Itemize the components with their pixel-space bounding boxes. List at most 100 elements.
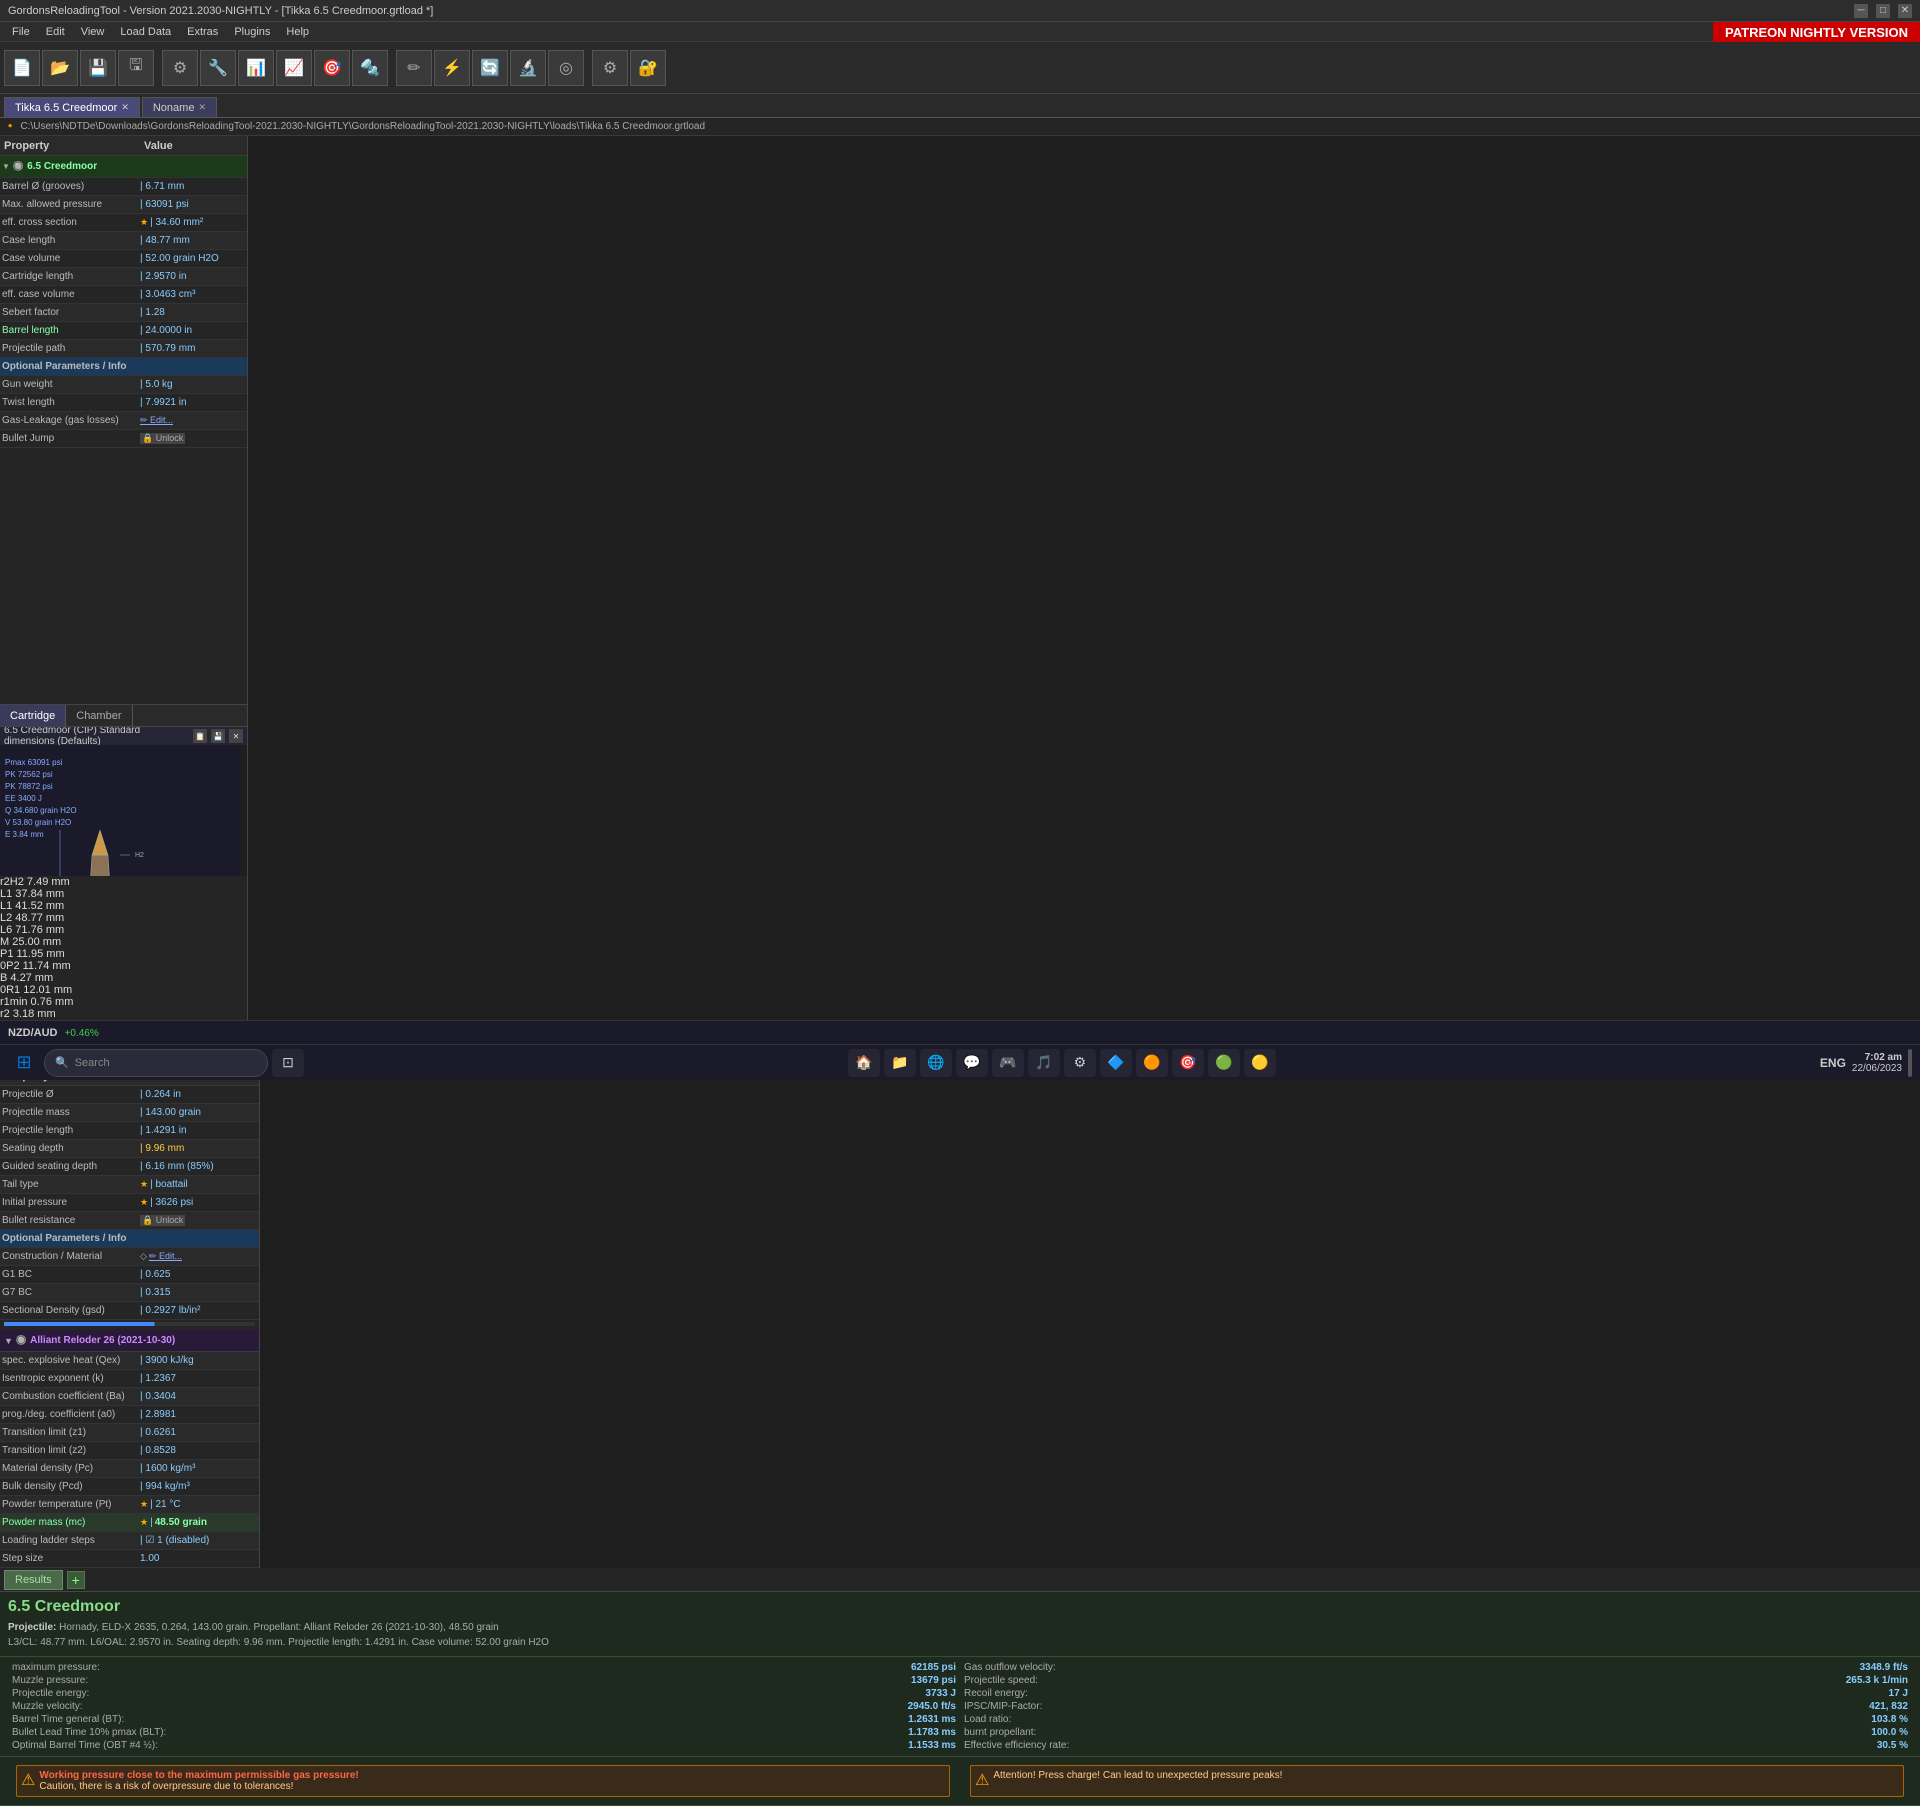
- svg-text:H2: H2: [135, 852, 144, 859]
- menu-bar: File Edit View Load Data Extras Plugins …: [0, 22, 1920, 42]
- warning-text-2: Attention! Press charge! Can lead to une…: [993, 1770, 1282, 1781]
- toolbar-btn-11[interactable]: ✏: [396, 50, 432, 86]
- stat-burnt-propellant: burnt propellant: 100.0 %: [960, 1726, 1912, 1739]
- middle-scroll[interactable]: Projectile Ø | 0.264 in Projectile mass …: [0, 1086, 259, 1568]
- file-path-bar: 🔸 C:\Users\NDTDe\Downloads\GordonsReload…: [0, 118, 1920, 136]
- time-display: 7:02 am: [1865, 1052, 1902, 1063]
- toolbar-new[interactable]: 📄: [4, 50, 40, 86]
- pow-qex: spec. explosive heat (Qex) | 3900 kJ/kg: [0, 1352, 259, 1370]
- diagram-icon-1[interactable]: 📋: [193, 729, 207, 743]
- tab-cartridge[interactable]: Cartridge: [0, 705, 66, 726]
- taskbar-app-9[interactable]: 🟠: [1136, 1049, 1168, 1077]
- toolbar-btn-13[interactable]: 🔄: [472, 50, 508, 86]
- toolbar-btn-6[interactable]: 🔧: [200, 50, 236, 86]
- toolbar-btn-15[interactable]: ◎: [548, 50, 584, 86]
- prop-gun-weight: Gun weight | 5.0 kg: [0, 376, 247, 394]
- toolbar-save[interactable]: 💾: [80, 50, 116, 86]
- currency-change: +0.46%: [65, 1028, 99, 1039]
- mid-g7bc: G7 BC | 0.315: [0, 1284, 259, 1302]
- toolbar-btn-7[interactable]: 📊: [238, 50, 274, 86]
- tab-noname[interactable]: Noname ✕: [142, 97, 217, 117]
- close-button[interactable]: ✕: [1898, 4, 1912, 18]
- prop-twist-length: Twist length | 7.9921 in: [0, 394, 247, 412]
- diagram-title: 6.5 Creedmoor (CIP) Standard dimensions …: [4, 727, 193, 747]
- property-header: Property Value: [0, 136, 247, 156]
- results-projectile: Projectile: Hornady, ELD-X 2635, 0.264, …: [8, 1620, 1912, 1635]
- toolbar-btn-16[interactable]: ⚙: [592, 50, 628, 86]
- mid-bullet-resistance: Bullet resistance 🔒 Unlock: [0, 1212, 259, 1230]
- results-tab-main[interactable]: Results: [4, 1570, 63, 1590]
- toolbar-open[interactable]: 📂: [42, 50, 78, 86]
- stat-obt: Optimal Barrel Time (OBT #4 ½): 1.1533 m…: [8, 1739, 960, 1752]
- menu-file[interactable]: File: [4, 22, 38, 41]
- toolbar-btn-17[interactable]: 🔐: [630, 50, 666, 86]
- menu-load-data[interactable]: Load Data: [112, 22, 179, 41]
- currency-pair: NZD/AUD: [8, 1027, 58, 1039]
- pow-step-size: Step size 1.00: [0, 1550, 259, 1568]
- stat-gas-outflow: Gas outflow velocity: 3348.9 ft/s: [960, 1661, 1912, 1674]
- tab-tikka[interactable]: Tikka 6.5 Creedmoor ✕: [4, 97, 140, 117]
- toolbar-save-as[interactable]: 🖫: [118, 50, 154, 86]
- stats-container: maximum pressure: 62185 psi Muzzle press…: [0, 1657, 1920, 1757]
- tab-noname-close[interactable]: ✕: [198, 102, 206, 113]
- warning-text-1: Working pressure close to the maximum pe…: [39, 1770, 358, 1792]
- taskbar-right: ENG 7:02 am 22/06/2023: [1820, 1049, 1912, 1077]
- prop-cartridge-length: Cartridge length | 2.9570 in: [0, 268, 247, 286]
- stats-right: Gas outflow velocity: 3348.9 ft/s Projec…: [960, 1661, 1912, 1752]
- menu-extras[interactable]: Extras: [179, 22, 226, 41]
- main-layout: Property Value ▼ 🔘 6.5 Creedmoor Barrel …: [0, 136, 1920, 1044]
- status-bar: NZD/AUD +0.46%: [0, 1020, 1920, 1044]
- minimize-button[interactable]: ─: [1854, 4, 1868, 18]
- taskbar-app-12[interactable]: 🟡: [1244, 1049, 1276, 1077]
- taskbar-app-10[interactable]: 🎯: [1172, 1049, 1204, 1077]
- menu-help[interactable]: Help: [278, 22, 317, 41]
- toolbar-btn-5[interactable]: ⚙: [162, 50, 198, 86]
- taskbar-left: ⊞ 🔍 Search ⊡: [8, 1049, 304, 1077]
- taskbar-app-3[interactable]: 🌐: [920, 1049, 952, 1077]
- mid-tail-type: Tail type ★ | boattail: [0, 1176, 259, 1194]
- results-tab-add[interactable]: +: [67, 1571, 85, 1589]
- menu-edit[interactable]: Edit: [38, 22, 73, 41]
- selected-load-row[interactable]: ▼ 🔘 6.5 Creedmoor: [0, 156, 247, 178]
- show-desktop-button[interactable]: [1908, 1049, 1912, 1077]
- taskbar-app-4[interactable]: 💬: [956, 1049, 988, 1077]
- taskbar-app-8[interactable]: 🔷: [1100, 1049, 1132, 1077]
- maximize-button[interactable]: □: [1876, 4, 1890, 18]
- menu-plugins[interactable]: Plugins: [226, 22, 278, 41]
- svg-text:PK 72562 psi: PK 72562 psi: [5, 770, 53, 779]
- windows-start-button[interactable]: ⊞: [8, 1049, 40, 1077]
- toolbar-btn-12[interactable]: ⚡: [434, 50, 470, 86]
- taskbar-search-bar[interactable]: 🔍 Search: [44, 1049, 268, 1077]
- mid-projectile-mass: Projectile mass | 143.00 grain: [0, 1104, 259, 1122]
- menu-view[interactable]: View: [73, 22, 113, 41]
- results-info: 6.5 Creedmoor Projectile: Hornady, ELD-X…: [0, 1592, 1920, 1657]
- taskbar-app-5[interactable]: 🎮: [992, 1049, 1024, 1077]
- taskbar-app-7[interactable]: ⚙: [1064, 1049, 1096, 1077]
- toolbar-btn-9[interactable]: 🎯: [314, 50, 350, 86]
- powder-header: ▼ 🔘 Alliant Reloder 26 (2021-10-30): [0, 1330, 259, 1352]
- stat-projectile-energy: Projectile energy: 3733 J: [8, 1687, 960, 1700]
- task-view-button[interactable]: ⊡: [272, 1049, 304, 1077]
- mid-seating-depth: Seating depth | 9.96 mm: [0, 1140, 259, 1158]
- stats-left: maximum pressure: 62185 psi Muzzle press…: [8, 1661, 960, 1752]
- diagram-icon-2[interactable]: 💾: [211, 729, 225, 743]
- toolbar-btn-14[interactable]: 🔬: [510, 50, 546, 86]
- pow-density-material: Material density (Pc) | 1600 kg/m³: [0, 1460, 259, 1478]
- taskbar-app-1[interactable]: 🏠: [848, 1049, 880, 1077]
- prop-case-volume: Case volume | 52.00 grain H2O: [0, 250, 247, 268]
- taskbar-app-6[interactable]: 🎵: [1028, 1049, 1060, 1077]
- stat-recoil-energy: Recoil energy: 17 J: [960, 1687, 1912, 1700]
- mid-projectile-length: Projectile length | 1.4291 in: [0, 1122, 259, 1140]
- tab-tikka-close[interactable]: ✕: [121, 102, 129, 113]
- diagram-icon-close[interactable]: ✕: [229, 729, 243, 743]
- prop-bullet-jump: Bullet Jump 🔒 Unlock: [0, 430, 247, 448]
- taskbar-app-2[interactable]: 📁: [884, 1049, 916, 1077]
- taskbar-app-11[interactable]: 🟢: [1208, 1049, 1240, 1077]
- pow-a0: prog./deg. coefficient (a0) | 2.8981: [0, 1406, 259, 1424]
- nzd-aud-indicator: NZD/AUD +0.46%: [8, 1027, 99, 1039]
- tab-chamber[interactable]: Chamber: [66, 705, 132, 726]
- svg-text:V 53.80 grain H2O: V 53.80 grain H2O: [5, 818, 71, 827]
- toolbar-btn-8[interactable]: 📈: [276, 50, 312, 86]
- svg-text:Q 34.680 grain H2O: Q 34.680 grain H2O: [5, 806, 77, 815]
- toolbar-btn-10[interactable]: 🔩: [352, 50, 388, 86]
